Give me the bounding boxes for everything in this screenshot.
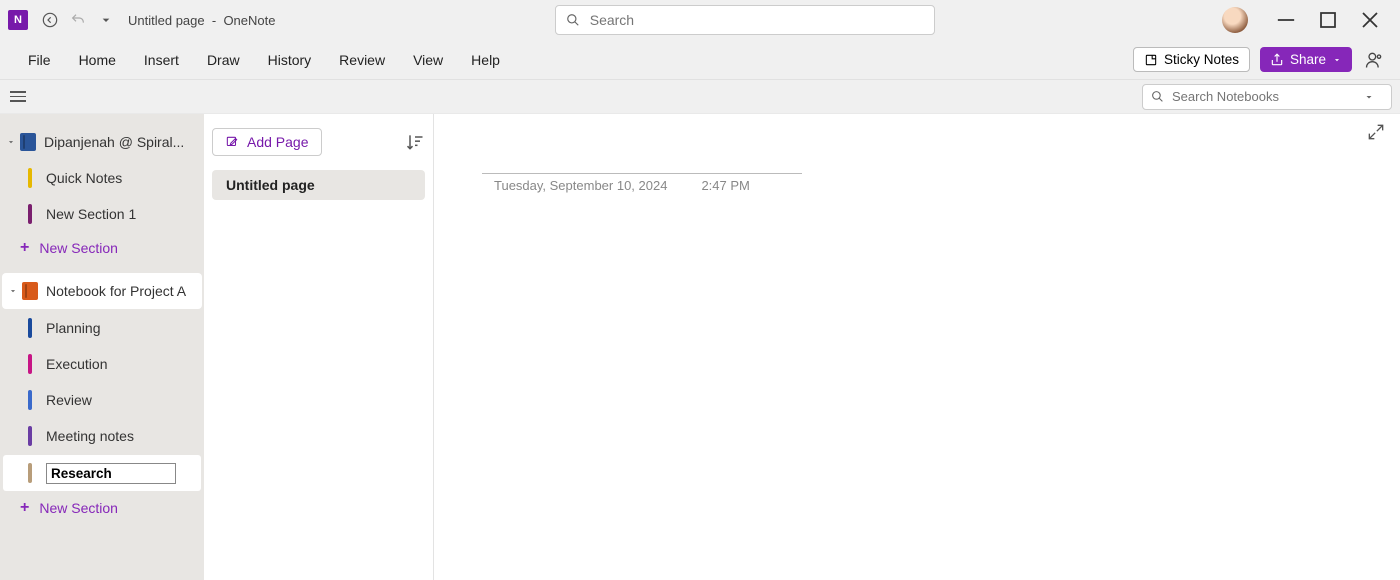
- section-label: Meeting notes: [46, 428, 134, 444]
- menu-help[interactable]: Help: [457, 46, 514, 74]
- menu-history[interactable]: History: [254, 46, 326, 74]
- notebook-nav: Dipanjenah @ Spiral... Quick Notes New S…: [0, 114, 204, 580]
- menu-review[interactable]: Review: [325, 46, 399, 74]
- page-list-panel: Add Page Untitled page: [204, 114, 434, 580]
- expand-button[interactable]: [1366, 122, 1386, 142]
- chevron-down-icon: [8, 286, 18, 296]
- page-canvas[interactable]: Tuesday, September 10, 2024 2:47 PM: [434, 114, 1400, 580]
- new-section-button[interactable]: +New Section: [0, 492, 204, 524]
- section-item[interactable]: Review: [0, 382, 204, 418]
- section-item[interactable]: Meeting notes: [0, 418, 204, 454]
- expand-icon: [1366, 122, 1386, 142]
- notebook-item[interactable]: Notebook for Project A: [2, 273, 202, 309]
- sticky-notes-button[interactable]: Sticky Notes: [1133, 47, 1250, 72]
- page-title-input[interactable]: [482, 150, 802, 174]
- sort-icon: [405, 132, 425, 152]
- notebook-item[interactable]: Dipanjenah @ Spiral...: [0, 124, 204, 160]
- compose-icon: [225, 135, 239, 149]
- section-label: Quick Notes: [46, 170, 122, 186]
- section-color-tab: [28, 168, 32, 188]
- section-item-editing[interactable]: [3, 455, 201, 491]
- menu-draw[interactable]: Draw: [193, 46, 254, 74]
- plus-icon: +: [20, 499, 29, 517]
- section-item[interactable]: Quick Notes: [0, 160, 204, 196]
- search-icon: [566, 13, 580, 27]
- section-name-input[interactable]: [46, 463, 176, 484]
- titlebar: N Untitled page - OneNote: [0, 0, 1400, 40]
- section-color-tab: [28, 318, 32, 338]
- section-color-tab: [28, 426, 32, 446]
- section-item[interactable]: Execution: [0, 346, 204, 382]
- global-search-input[interactable]: [590, 12, 924, 28]
- chevron-down-icon: [1332, 55, 1342, 65]
- notebook-icon: [22, 282, 38, 300]
- plus-icon: +: [20, 239, 29, 257]
- global-search[interactable]: [555, 5, 935, 35]
- people-presence-button[interactable]: [1362, 48, 1386, 72]
- back-button[interactable]: [36, 6, 64, 34]
- close-button[interactable]: [1356, 6, 1384, 34]
- section-item[interactable]: Planning: [0, 310, 204, 346]
- chevron-down-icon: [1363, 91, 1375, 103]
- notebook-icon: [20, 133, 36, 151]
- person-icon: [1364, 50, 1384, 70]
- user-avatar[interactable]: [1222, 7, 1248, 33]
- notebook-label: Notebook for Project A: [46, 283, 186, 299]
- menu-home[interactable]: Home: [65, 46, 130, 74]
- section-label: Execution: [46, 356, 107, 372]
- minimize-button[interactable]: [1272, 6, 1300, 34]
- share-button[interactable]: Share: [1260, 47, 1352, 72]
- section-color-tab: [28, 204, 32, 224]
- notebook-label: Dipanjenah @ Spiral...: [44, 134, 184, 150]
- menu-file[interactable]: File: [14, 46, 65, 74]
- page-time: 2:47 PM: [701, 178, 749, 193]
- chevron-down-icon: [6, 137, 16, 147]
- add-page-button[interactable]: Add Page: [212, 128, 322, 156]
- onenote-app-icon: N: [8, 10, 28, 30]
- page-date: Tuesday, September 10, 2024: [494, 178, 667, 193]
- sticky-note-icon: [1144, 53, 1158, 67]
- notebook-search-input[interactable]: [1172, 89, 1363, 104]
- share-icon: [1270, 53, 1284, 67]
- menu-insert[interactable]: Insert: [130, 46, 193, 74]
- section-label: Planning: [46, 320, 101, 336]
- search-icon: [1151, 90, 1164, 103]
- nav-toggle-button[interactable]: [8, 87, 28, 107]
- notebook-search[interactable]: [1142, 84, 1392, 110]
- page-title-text: Untitled page - OneNote: [128, 13, 275, 28]
- secondary-toolbar: [0, 80, 1400, 114]
- section-color-tab: [28, 354, 32, 374]
- page-list-item[interactable]: Untitled page: [212, 170, 425, 200]
- page-header: Tuesday, September 10, 2024 2:47 PM: [482, 150, 802, 193]
- menu-view[interactable]: View: [399, 46, 457, 74]
- section-label: Review: [46, 392, 92, 408]
- menubar: File Home Insert Draw History Review Vie…: [0, 40, 1400, 80]
- section-item[interactable]: New Section 1: [0, 196, 204, 232]
- undo-button[interactable]: [64, 6, 92, 34]
- dropdown-button[interactable]: [92, 6, 120, 34]
- new-section-button[interactable]: +New Section: [0, 232, 204, 264]
- section-color-tab: [28, 463, 32, 483]
- maximize-button[interactable]: [1314, 6, 1342, 34]
- section-color-tab: [28, 390, 32, 410]
- section-label: New Section 1: [46, 206, 136, 222]
- sort-pages-button[interactable]: [405, 132, 425, 152]
